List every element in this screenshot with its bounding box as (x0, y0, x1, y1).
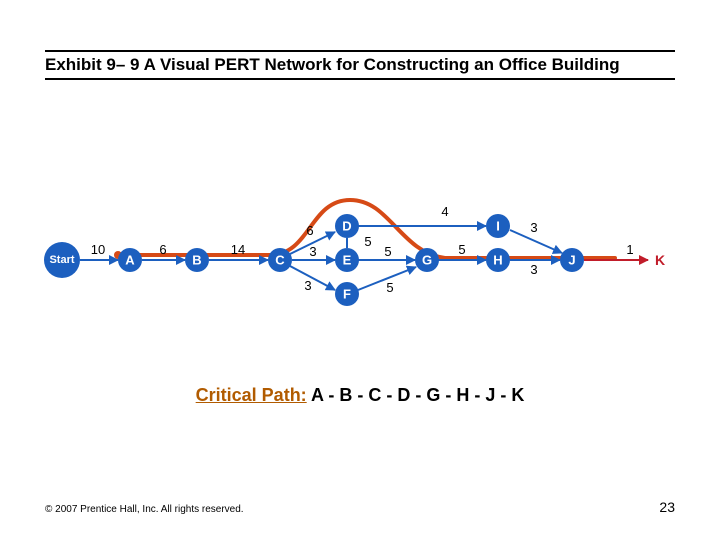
node-a-label: A (125, 253, 135, 268)
weight-start-a: 10 (91, 242, 105, 257)
weight-f-g: 5 (386, 280, 393, 295)
critical-path-lead: Critical Path: (196, 385, 307, 405)
weight-h-j: 3 (530, 262, 537, 277)
weight-g-h: 5 (458, 242, 465, 257)
pert-network-diagram: 10 6 14 6 3 3 5 4 5 5 5 3 3 1 Start A B … (0, 150, 720, 350)
node-h-label: H (493, 253, 502, 268)
exhibit-title: Exhibit 9– 9 A Visual PERT Network for C… (45, 55, 620, 75)
critical-path-text: Critical Path: A - B - C - D - G - H - J… (0, 385, 720, 406)
weight-c-f: 3 (304, 278, 311, 293)
node-j-label: J (568, 253, 575, 268)
node-b-label: B (192, 253, 201, 268)
weight-d-e: 5 (364, 234, 371, 249)
edge-c-f (290, 266, 335, 290)
critical-path-sequence: A - B - C - D - G - H - J - K (307, 385, 525, 405)
node-d-label: D (342, 219, 351, 234)
weight-d-i: 4 (441, 204, 448, 219)
weight-b-c: 14 (231, 242, 245, 257)
node-g-label: G (422, 253, 432, 268)
node-f-label: F (343, 287, 351, 302)
node-e-label: E (343, 253, 352, 268)
node-start-label: Start (49, 254, 74, 266)
node-i-label: I (496, 219, 500, 234)
weight-c-d: 6 (306, 223, 313, 238)
weight-c-e: 3 (309, 244, 316, 259)
weight-i-j: 3 (530, 220, 537, 235)
weight-e-g: 5 (384, 244, 391, 259)
node-c-label: C (275, 253, 285, 268)
node-k-label: K (655, 252, 665, 268)
weight-j-k: 1 (626, 242, 633, 257)
weight-a-b: 6 (159, 242, 166, 257)
copyright-text: © 2007 Prentice Hall, Inc. All rights re… (45, 504, 244, 515)
page-number: 23 (659, 499, 675, 515)
